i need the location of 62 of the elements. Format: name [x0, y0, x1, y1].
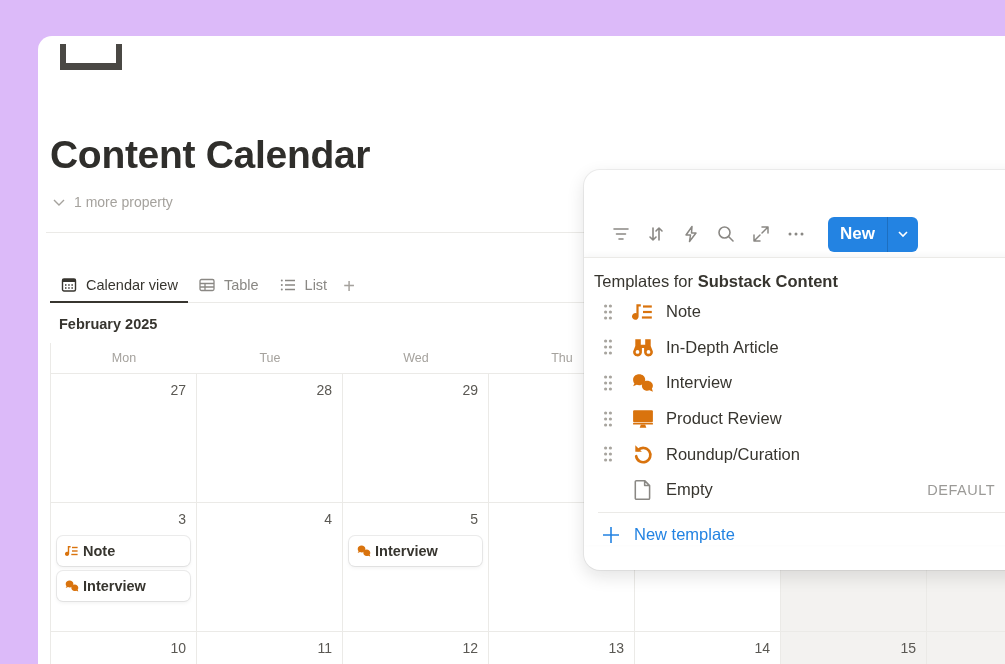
drag-handle-icon[interactable] — [604, 410, 612, 427]
default-label: DEFAULT — [927, 481, 995, 498]
list-icon — [279, 277, 296, 293]
template-label: Product Review — [666, 409, 782, 429]
speech-bubbles-icon — [632, 372, 654, 394]
filter-icon[interactable] — [612, 225, 630, 243]
drag-handle-icon[interactable] — [604, 446, 612, 463]
day-number: 10 — [170, 639, 186, 657]
day-number: 12 — [462, 639, 478, 657]
weekday-label: Thu — [551, 351, 573, 365]
view-tab[interactable]: List — [268, 269, 338, 303]
template-label: Empty — [666, 480, 713, 500]
view-tab[interactable]: Table — [187, 269, 269, 303]
table-icon — [198, 277, 215, 293]
template-label: In-Depth Article — [666, 337, 779, 357]
day-number: 15 — [900, 639, 916, 657]
menu-heading: Templates for Substack Content — [593, 272, 839, 292]
page-title: Content Calendar — [50, 132, 372, 178]
drag-handle-icon[interactable] — [604, 303, 612, 320]
bracket-icon — [60, 44, 122, 70]
template-item[interactable]: Note — [584, 294, 1005, 330]
day-number: 5 — [470, 510, 478, 528]
day-number: 4 — [324, 510, 332, 528]
template-label: Interview — [666, 373, 733, 393]
month-label: February 2025 — [59, 316, 159, 334]
rotate-arrow-icon — [632, 443, 654, 466]
search-icon[interactable] — [717, 225, 735, 243]
speech-bubbles-icon — [65, 579, 79, 593]
monitor-icon — [632, 407, 654, 430]
drag-handle-icon[interactable] — [604, 339, 612, 356]
weekday-label: Mon — [111, 351, 137, 365]
day-number: 28 — [316, 381, 332, 399]
day-number: 27 — [170, 381, 186, 399]
event-chip[interactable]: Note — [57, 536, 190, 566]
day-number: 3 — [178, 510, 186, 528]
weekday-label: Tue — [259, 351, 281, 365]
sort-icon[interactable] — [647, 225, 665, 243]
day-number: 14 — [754, 639, 770, 657]
view-tab[interactable]: Calendar view — [50, 269, 188, 303]
plus-icon — [601, 524, 621, 545]
calendar-icon — [61, 277, 77, 293]
drag-handle-icon[interactable] — [604, 375, 612, 391]
new-template-button[interactable]: New template — [584, 512, 735, 545]
template-label: Note — [666, 302, 701, 322]
binoculars-icon — [632, 336, 654, 359]
speech-bubbles-icon — [357, 544, 371, 558]
lightning-icon[interactable] — [682, 225, 700, 243]
template-item[interactable]: Empty DEFAULT — [584, 471, 1005, 508]
day-number: 13 — [608, 639, 624, 657]
template-item[interactable]: Interview — [584, 365, 1005, 401]
event-chip[interactable]: Interview — [349, 536, 482, 566]
music-note-icon — [65, 544, 79, 558]
template-item[interactable]: Roundup/Curation — [584, 436, 1005, 472]
template-label: Roundup/Curation — [666, 444, 800, 464]
new-button[interactable]: New — [828, 216, 888, 252]
template-item[interactable]: Product Review — [584, 400, 1005, 437]
expand-icon[interactable] — [752, 225, 770, 243]
day-number: 29 — [462, 381, 478, 399]
weekday-label: Wed — [403, 351, 429, 365]
day-number: 11 — [317, 639, 332, 657]
event-chip[interactable]: Interview — [57, 571, 190, 601]
template-item[interactable]: In-Depth Article — [584, 329, 1005, 366]
